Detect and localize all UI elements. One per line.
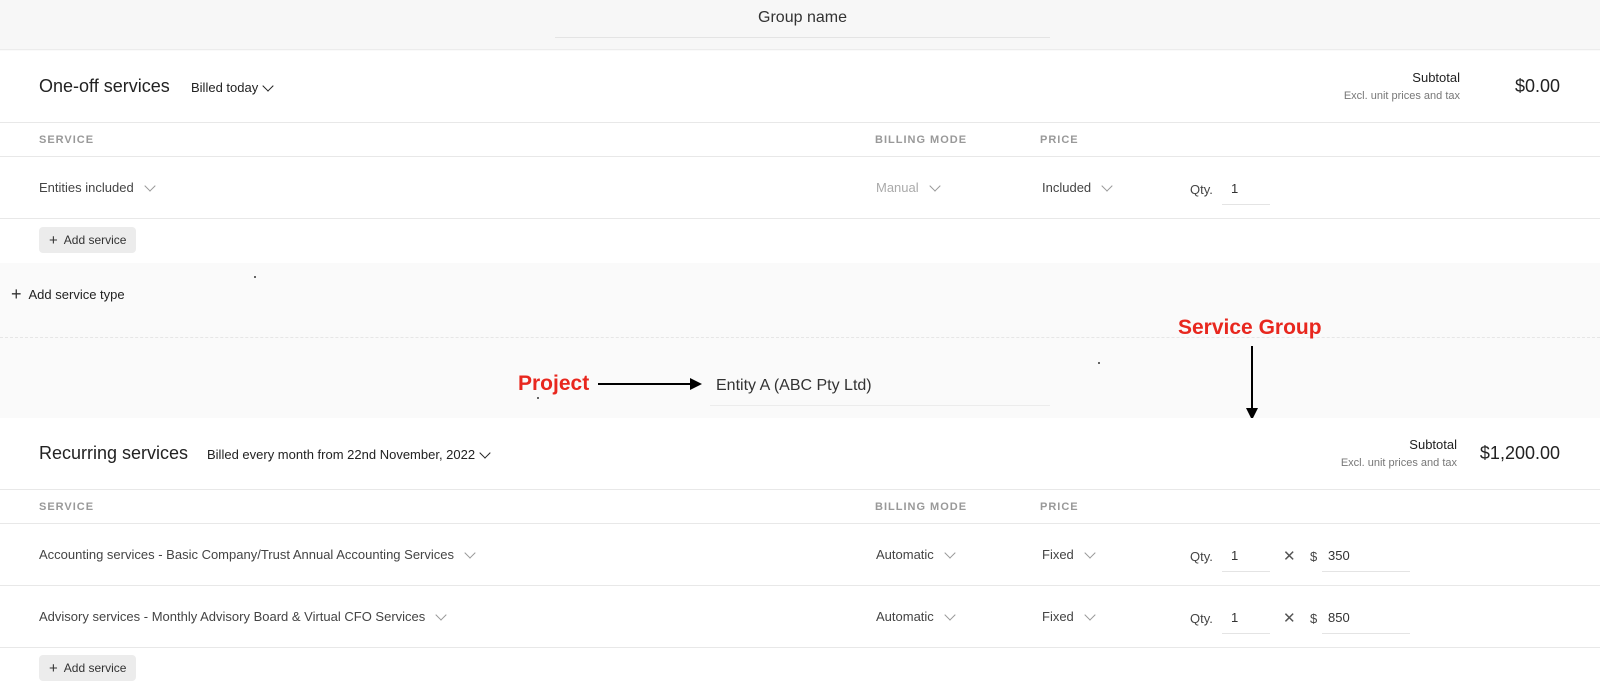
price-type-select[interactable]: Fixed (1042, 546, 1096, 562)
qty-input[interactable] (1222, 173, 1270, 205)
chevron-down-icon (944, 608, 956, 621)
oneoff-services-section: One-off services Billed today Subtotal E… (0, 51, 1600, 263)
col-price: PRICE (1040, 501, 1079, 513)
billing-mode-value: Manual (876, 180, 919, 195)
chevron-down-icon (944, 546, 956, 559)
add-service-label: Add service (63, 661, 127, 675)
currency-symbol: $ (1310, 611, 1318, 626)
unit-price-input[interactable] (1322, 602, 1410, 634)
price-type-value: Fixed (1042, 609, 1074, 624)
billing-mode-select[interactable]: Automatic (876, 546, 956, 562)
section-header: Recurring services Billed every month fr… (0, 418, 1600, 490)
subtotal-label: Subtotal (1409, 437, 1457, 452)
section-title: Recurring services (39, 443, 189, 463)
price-type-value: Included (1042, 180, 1092, 195)
project-name-field[interactable]: Entity A (ABC Pty Ltd) (710, 368, 1050, 406)
billing-schedule-label: Billed today (191, 80, 259, 95)
arrow-right-icon (598, 378, 702, 390)
qty-label: Qty. (1190, 182, 1213, 197)
subtotal-block: Subtotal Excl. unit prices and tax (1341, 437, 1457, 469)
group-name-field[interactable]: Group name (555, 8, 1050, 38)
arrow-down-icon (1246, 346, 1258, 420)
price-type-select[interactable]: Included (1042, 179, 1113, 195)
qty-label: Qty. (1190, 549, 1213, 564)
col-service: SERVICE (39, 501, 95, 513)
chevron-down-icon (435, 608, 447, 621)
add-service-label: Add service (63, 233, 127, 247)
column-headers: SERVICE BILLING MODE PRICE (0, 490, 1600, 524)
column-headers: SERVICE BILLING MODE PRICE (0, 123, 1600, 157)
divider (0, 337, 1600, 338)
add-service-button[interactable]: + Add service (39, 227, 137, 253)
price-type-select[interactable]: Fixed (1042, 608, 1096, 624)
stray-dot (1098, 362, 1100, 364)
subtotal-note: Excl. unit prices and tax (1340, 457, 1457, 469)
plus-icon: + (49, 659, 58, 677)
service-select[interactable]: Entities included (39, 179, 156, 195)
annotation-service-group-label: Service Group (1178, 316, 1322, 339)
chevron-down-icon (479, 446, 491, 459)
plus-icon: + (49, 231, 58, 249)
billing-mode-select[interactable]: Automatic (876, 608, 956, 624)
subtotal-note: Excl. unit prices and tax (1343, 90, 1460, 102)
service-name: Advisory services - Monthly Advisory Boa… (39, 609, 426, 624)
service-name: Accounting services - Basic Company/Trus… (39, 547, 454, 562)
billing-schedule-dropdown[interactable]: Billed every month from 22nd November, 2… (207, 446, 491, 462)
section-title: One-off services (39, 76, 170, 96)
chevron-down-icon (1101, 179, 1113, 192)
chevron-down-icon (144, 179, 156, 192)
table-row: Accounting services - Basic Company/Trus… (0, 525, 1600, 586)
chevron-down-icon (1084, 608, 1096, 621)
col-service: SERVICE (39, 134, 95, 146)
section-header: One-off services Billed today Subtotal E… (0, 51, 1600, 123)
subtotal-label: Subtotal (1412, 70, 1460, 85)
stray-dot (254, 276, 256, 278)
subtotal-block: Subtotal Excl. unit prices and tax (1344, 70, 1460, 102)
col-billing-mode: BILLING MODE (875, 501, 968, 513)
price-type-value: Fixed (1042, 547, 1074, 562)
subtotal-amount: $0.00 (1514, 76, 1560, 96)
add-service-type-button[interactable]: + Add service type (11, 285, 125, 303)
group-header: Group name (0, 0, 1600, 50)
multiply-icon: ✕ (1283, 548, 1296, 565)
currency-symbol: $ (1310, 549, 1318, 564)
service-select[interactable]: Accounting services - Basic Company/Trus… (39, 546, 476, 562)
unit-price-input[interactable] (1322, 540, 1410, 572)
project-name: Entity A (ABC Pty Ltd) (716, 377, 872, 394)
subtotal-amount: $1,200.00 (1479, 443, 1560, 463)
multiply-icon: ✕ (1283, 610, 1296, 627)
chevron-down-icon (928, 179, 941, 192)
billing-mode-value: Automatic (876, 609, 934, 624)
billing-mode-select[interactable]: Manual (876, 179, 941, 195)
billing-mode-value: Automatic (876, 547, 934, 562)
plus-icon: + (11, 284, 22, 304)
billing-schedule-dropdown[interactable]: Billed today (191, 79, 274, 95)
chevron-down-icon (1084, 546, 1096, 559)
chevron-down-icon (262, 79, 274, 92)
add-service-button[interactable]: + Add service (39, 655, 137, 681)
recurring-services-section: Recurring services Billed every month fr… (0, 418, 1600, 697)
col-price: PRICE (1040, 134, 1079, 146)
qty-label: Qty. (1190, 611, 1213, 626)
annotation-project-label: Project (518, 372, 590, 395)
chevron-down-icon (464, 546, 476, 559)
col-billing-mode: BILLING MODE (875, 134, 968, 146)
qty-input[interactable] (1222, 540, 1270, 572)
add-service-type-label: Add service type (28, 286, 125, 302)
service-name: Entities included (39, 180, 134, 195)
qty-input[interactable] (1222, 602, 1270, 634)
service-select[interactable]: Advisory services - Monthly Advisory Boa… (39, 608, 447, 624)
billing-schedule-label: Billed every month from 22nd November, 2… (207, 447, 476, 462)
table-row: Entities included Manual Included Qty. (0, 158, 1600, 219)
stray-dot (537, 397, 539, 399)
table-row: Advisory services - Monthly Advisory Boa… (0, 587, 1600, 648)
